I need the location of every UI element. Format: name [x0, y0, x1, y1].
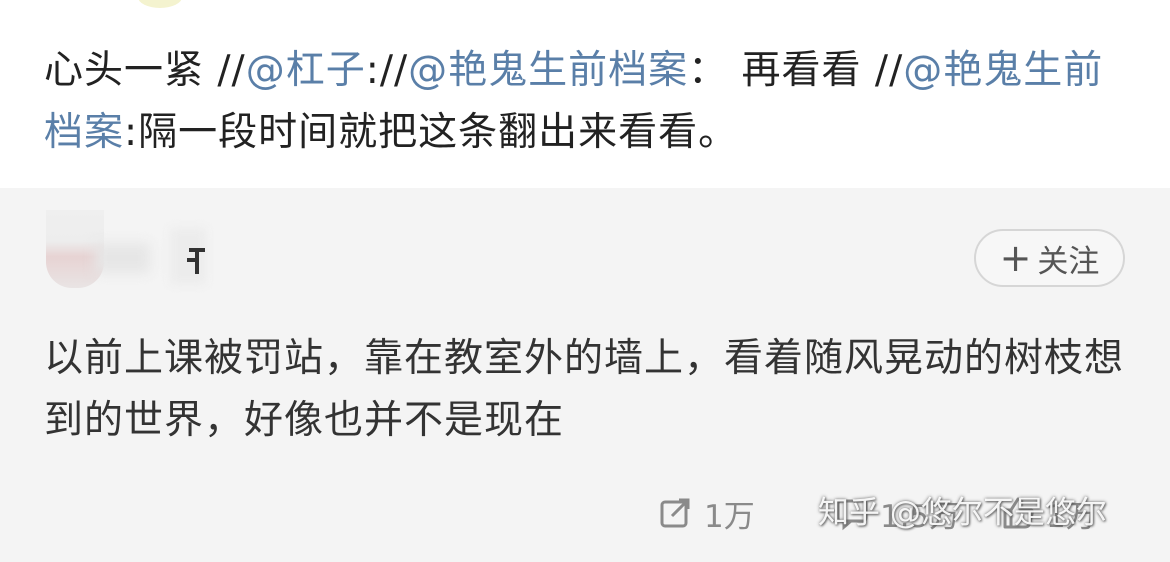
mention-link[interactable]: @艳鬼生前档案 [408, 48, 688, 93]
follow-button[interactable]: + 关注 [974, 229, 1125, 287]
repost-chain-text: 心头一紧 //@杠子://@艳鬼生前档案： 再看看 //@艳鬼生前档案:隔一段时… [44, 40, 1134, 164]
post-body: 以前上课被罚站，靠在教室外的墙上，看着随风晃动的树枝想到的世界，好像也并不是现在 [44, 336, 1125, 443]
watermark-text: 知乎 @悠尔不是悠尔 [818, 495, 1107, 531]
plus-icon: + [999, 236, 1032, 280]
repost-action[interactable]: 1万 [658, 488, 755, 538]
username-fragment-glyph [187, 248, 205, 274]
mention-link[interactable]: @杠子 [246, 48, 366, 93]
repost-icon [660, 498, 690, 528]
repost-text-segment: :// [365, 48, 409, 93]
blurred-username-area [95, 243, 150, 273]
original-post-card[interactable]: + 关注 以前上课被罚站，靠在教室外的墙上，看着随风晃动的树枝想到的世界，好像也… [0, 188, 1170, 562]
repost-text-segment: ： 再看看 // [688, 48, 904, 93]
username[interactable] [175, 230, 225, 284]
follow-label: 关注 [1037, 243, 1100, 280]
repost-count: 1万 [704, 498, 755, 535]
repost-section: 心头一紧 //@杠子://@艳鬼生前档案： 再看看 //@艳鬼生前档案:隔一段时… [0, 0, 1170, 188]
repost-text-segment: :隔一段时间就把这条翻出来看看。 [124, 110, 739, 155]
decorative-blob [138, 0, 182, 8]
repost-text-segment: 心头一紧 // [44, 48, 246, 93]
